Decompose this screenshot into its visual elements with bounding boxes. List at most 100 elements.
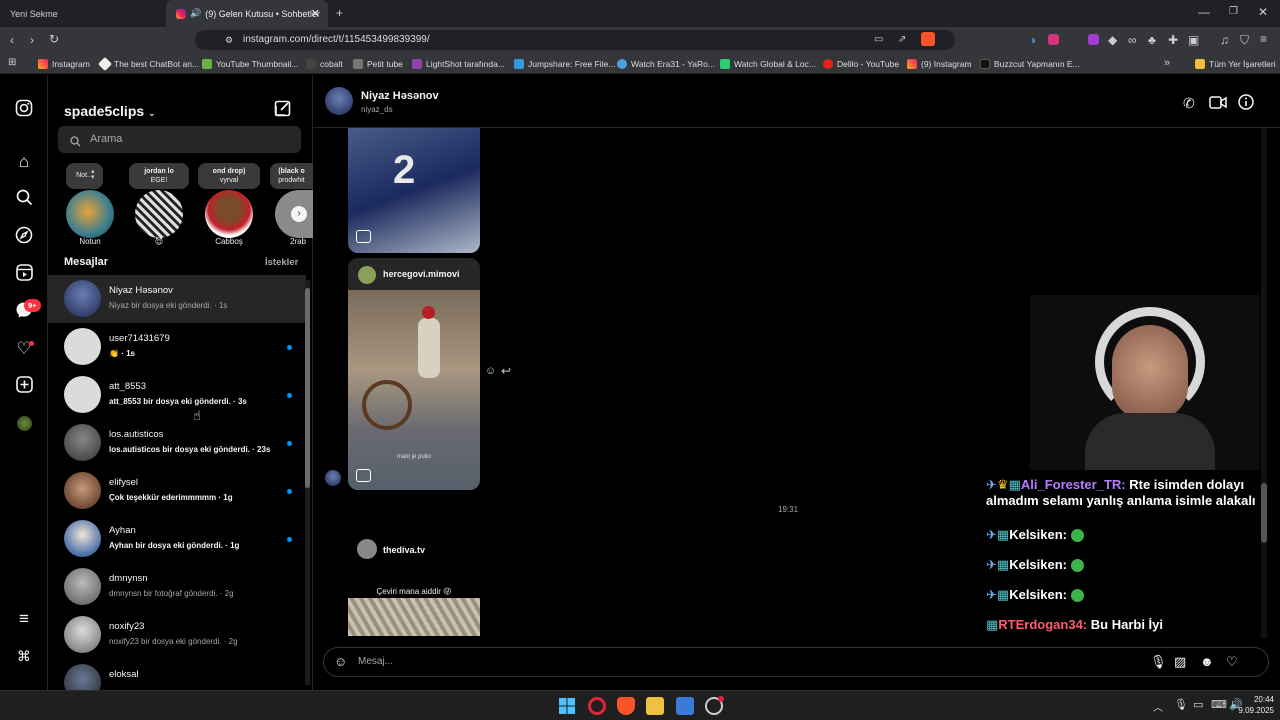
bookmark-item[interactable]: Petit tube xyxy=(353,53,403,74)
extension-icon[interactable]: ◗ xyxy=(1030,34,1037,46)
tab-close-icon[interactable]: ✕ xyxy=(311,7,320,20)
video-call-icon[interactable] xyxy=(1209,96,1227,114)
chat-avatar[interactable] xyxy=(325,87,353,115)
reload-icon[interactable]: ↻ xyxy=(49,33,59,45)
conversation-row[interactable]: los.autisticos los.autisticos bir dosya … xyxy=(48,419,306,467)
extension-icon[interactable] xyxy=(1088,34,1099,45)
conversation-row[interactable]: eloksal xyxy=(48,659,306,690)
minimize-icon[interactable]: — xyxy=(1198,6,1210,18)
reel-author[interactable]: thediva.tv xyxy=(383,545,425,555)
music-icon[interactable]: ♫ xyxy=(1220,34,1229,46)
back-icon[interactable]: ‹ xyxy=(10,34,14,46)
extension-icon[interactable]: ♣ xyxy=(1148,34,1156,46)
create-icon[interactable] xyxy=(14,376,34,396)
explore-icon[interactable] xyxy=(14,226,34,246)
vpn-icon[interactable]: ⛉ xyxy=(1240,34,1249,46)
bookmark-item[interactable]: The best ChatBot an... xyxy=(97,53,199,74)
file-explorer-icon[interactable] xyxy=(646,697,664,715)
tray-network-icon[interactable]: ⌨ xyxy=(1211,698,1227,711)
conversation-scrollbar[interactable] xyxy=(305,280,310,685)
requests-link[interactable]: İstekler xyxy=(265,257,298,268)
tray-mic-icon[interactable]: 🎙 xyxy=(1174,698,1188,711)
bookmark-item[interactable]: Watch Global & Loc... xyxy=(720,53,816,74)
reel-author[interactable]: hercegovi.mimovi xyxy=(383,269,460,279)
menu-icon[interactable]: ≡ xyxy=(1260,33,1267,45)
extension-icon[interactable]: ◆ xyxy=(1108,34,1117,46)
chat-scrollbar[interactable] xyxy=(1261,128,1267,638)
image-upload-icon[interactable]: ▨ xyxy=(1174,654,1186,670)
chevron-right-icon[interactable]: › xyxy=(291,206,307,222)
opera-icon[interactable] xyxy=(588,697,606,715)
close-window-icon[interactable]: ✕ xyxy=(1258,6,1268,18)
profile-avatar[interactable] xyxy=(17,416,32,431)
new-message-icon[interactable] xyxy=(274,100,291,122)
bookmark-item[interactable]: Buzzcut Yapmanın E... xyxy=(980,53,1080,74)
share-icon[interactable]: ⇗ xyxy=(898,34,906,46)
brave-shield-icon[interactable] xyxy=(921,32,935,46)
emoji-picker-icon[interactable]: ☺ xyxy=(334,654,347,669)
windows-start-icon[interactable] xyxy=(558,697,576,715)
more-bookmarks-icon[interactable]: » xyxy=(1164,57,1170,69)
maximize-icon[interactable]: ❐ xyxy=(1229,6,1238,18)
conversation-row[interactable]: Niyaz Həsənov Niyaz bir dosya eki gönder… xyxy=(48,275,306,323)
home-icon[interactable]: ⌂ xyxy=(14,152,34,172)
cast-icon[interactable]: ▭ xyxy=(874,34,883,46)
threads-apps-icon[interactable]: ⌘ xyxy=(14,646,34,666)
bookmark-item[interactable]: YouTube Thumbnail... xyxy=(202,53,298,74)
reply-icon[interactable]: ↩ xyxy=(501,364,511,378)
conversation-row[interactable]: att_8553 att_8553 bir dosya eki gönderdi… xyxy=(48,371,306,423)
search-input[interactable]: Arama xyxy=(58,126,301,153)
sticker-icon[interactable]: ☻ xyxy=(1200,654,1214,669)
story-avatar[interactable] xyxy=(205,190,253,238)
tab-instagram[interactable]: 🔊 (9) Gelen Kutusu • Sohbetler ✕ xyxy=(166,0,328,27)
bookmark-item[interactable]: Delilo - YouTube xyxy=(823,53,899,74)
bookmark-item[interactable]: cobalt xyxy=(306,53,343,74)
bookmark-item[interactable]: LightShot tarafında... xyxy=(412,53,505,74)
message-composer[interactable]: ☺ Mesaj... 🎙 ▨ ☻ ♡ xyxy=(323,647,1269,677)
reels-icon[interactable] xyxy=(14,264,34,284)
conversation-row[interactable]: dmnynsn dmnynsn bir fotoğraf gönderdi. ·… xyxy=(48,563,306,611)
conversation-row[interactable]: user71431679 👏 · 1s xyxy=(48,323,306,371)
shared-reel-thumbnail[interactable] xyxy=(348,598,480,636)
brave-browser-icon[interactable] xyxy=(617,697,635,715)
like-heart-icon[interactable]: ♡ xyxy=(1226,654,1238,670)
conversation-info-icon[interactable] xyxy=(1238,94,1254,115)
conversation-row[interactable]: noxify23 noxify23 bir dosya eki gönderdi… xyxy=(48,611,306,659)
tray-chevron-up-icon[interactable]: ︿ xyxy=(1153,699,1163,714)
bookmark-item[interactable]: Instagram xyxy=(38,53,90,74)
sidebar-toggle-icon[interactable]: ▣ xyxy=(1188,34,1199,46)
search-icon[interactable] xyxy=(14,189,34,209)
more-menu-icon[interactable]: ≡ xyxy=(14,609,34,629)
microphone-icon[interactable]: 🎙 xyxy=(1150,654,1167,670)
url-field[interactable]: ⚙ instagram.com/direct/t/115453499839399… xyxy=(195,30,955,50)
speaker-icon[interactable]: 🔊 xyxy=(190,8,201,19)
extensions-puzzle-icon[interactable]: ✚ xyxy=(1168,34,1178,46)
screen-tool-icon[interactable] xyxy=(676,697,694,715)
note-bubble[interactable]: Not... xyxy=(66,163,103,189)
message-input[interactable]: Mesaj... xyxy=(358,656,393,667)
story-avatar[interactable] xyxy=(135,190,183,238)
react-emoji-icon[interactable]: ☺ xyxy=(485,365,496,377)
note-bubble[interactable]: (black o prodwhit xyxy=(270,163,313,189)
chat-contact-name[interactable]: Niyaz Həsənov xyxy=(361,90,439,102)
account-switcher[interactable]: spade5clips ⌄ xyxy=(64,103,156,119)
shared-reel-thumbnail[interactable]: 2 xyxy=(348,128,480,253)
forward-icon[interactable]: › xyxy=(30,34,34,46)
tray-display-icon[interactable]: ▭ xyxy=(1193,698,1203,711)
apps-grid-icon[interactable]: ⊞ xyxy=(8,57,16,69)
instagram-logo-icon[interactable] xyxy=(14,99,34,119)
conversation-row[interactable]: elifysel Çok teşekkür ederimmmmm · 1g xyxy=(48,467,306,515)
extension-icon[interactable]: ∞ xyxy=(1128,34,1137,46)
tab-new[interactable]: Yeni Sekme xyxy=(0,0,165,27)
bookmark-item[interactable]: Watch Era31 - YaRo... xyxy=(617,53,715,74)
shared-reel-card[interactable]: hercegovi.mimovi malo je puko xyxy=(348,258,480,490)
bookmark-item[interactable]: (9) Instagram xyxy=(907,53,972,74)
all-bookmarks-folder[interactable]: Tüm Yer İşaretleri xyxy=(1195,53,1276,74)
story-avatar[interactable] xyxy=(66,190,114,238)
phone-call-icon[interactable]: ✆ xyxy=(1183,95,1195,112)
note-bubble[interactable]: ond drop) vyrval xyxy=(198,163,260,189)
site-settings-icon[interactable]: ⚙ xyxy=(225,30,233,50)
bookmark-item[interactable]: Jumpshare: Free File... xyxy=(514,53,615,74)
new-tab-icon[interactable]: + xyxy=(336,7,343,19)
conversation-row[interactable]: Ayhan Ayhan bir dosya eki gönderdi. · 1g xyxy=(48,515,306,563)
